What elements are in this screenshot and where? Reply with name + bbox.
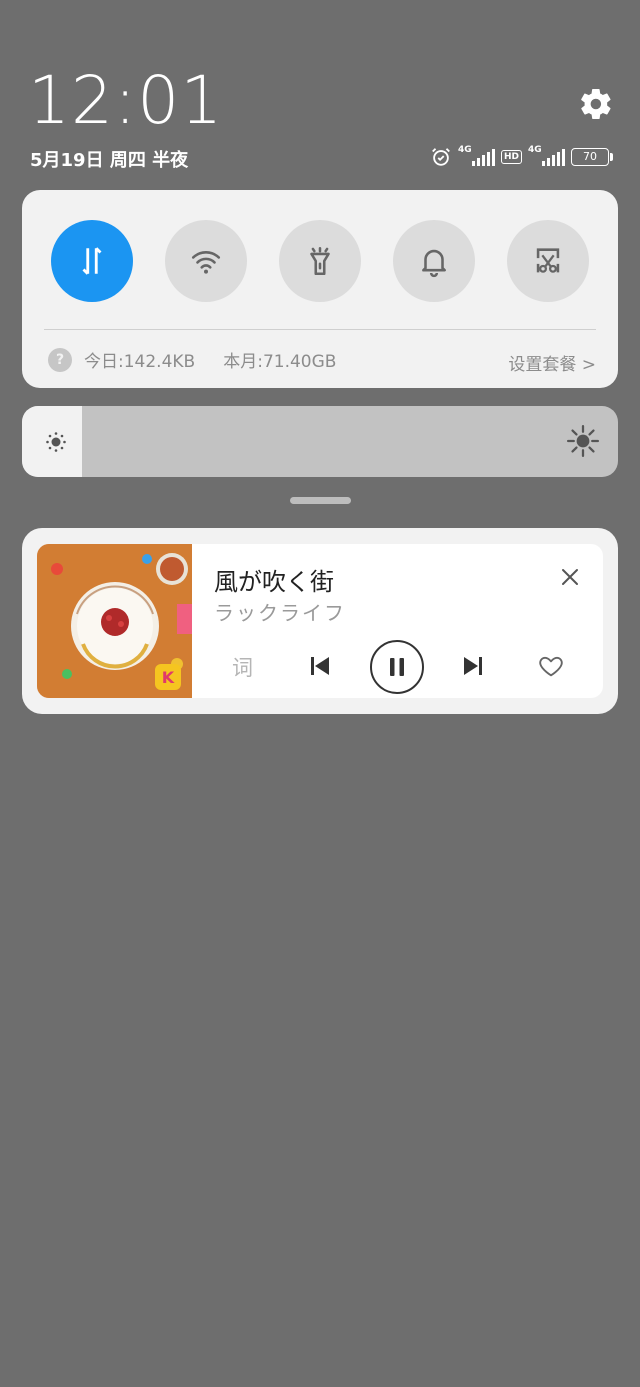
svg-text:K: K	[162, 668, 175, 687]
sim2-signal: 4G	[528, 145, 566, 166]
next-track-icon[interactable]	[461, 654, 485, 678]
scissors-screenshot-icon	[536, 248, 560, 273]
data-usage-row: ? 今日:142.4KB 本月:71.40GB	[48, 347, 336, 372]
play-pause-button[interactable]	[370, 640, 424, 694]
drag-handle[interactable]	[290, 497, 351, 504]
quick-settings-panel: ? 今日:142.4KB 本月:71.40GB 设置套餐 >	[22, 190, 618, 388]
toggle-flashlight[interactable]	[279, 220, 361, 302]
toggle-notification-sound[interactable]	[393, 220, 475, 302]
sim2-network-label: 4G	[528, 144, 542, 155]
signal-bars-icon	[472, 148, 495, 166]
date-label: 5月19日 周四 半夜	[30, 150, 189, 171]
usage-month: 本月:71.40GB	[223, 352, 337, 372]
usage-today: 今日:142.4KB	[84, 352, 196, 372]
clock-time: 12:01	[28, 62, 224, 139]
brightness-high-icon	[566, 424, 600, 458]
toggle-wifi[interactable]	[165, 220, 247, 302]
song-title: 風が吹く街	[214, 568, 334, 596]
album-art[interactable]: K	[37, 544, 192, 698]
flashlight-icon	[310, 246, 330, 276]
wifi-icon	[191, 251, 221, 274]
media-player-inner: K 風が吹く街 ラックライフ 词	[37, 544, 603, 698]
close-icon[interactable]	[560, 567, 580, 587]
artist-name: ラックライフ	[214, 601, 346, 625]
alarm-icon	[432, 148, 450, 166]
heart-icon[interactable]	[537, 652, 565, 680]
status-bar: 4G HD 4G 70	[430, 144, 614, 170]
panel-divider	[44, 329, 596, 330]
bell-icon	[422, 249, 446, 278]
toggle-screenshot[interactable]	[507, 220, 589, 302]
signal-bars-icon	[542, 148, 566, 166]
sim1-signal: 4G	[458, 145, 495, 166]
brightness-slider[interactable]	[22, 406, 618, 477]
lyrics-button[interactable]: 词	[232, 652, 253, 682]
set-plan-link[interactable]: 设置套餐 >	[508, 350, 596, 375]
brightness-low-icon	[46, 432, 66, 452]
previous-track-icon[interactable]	[308, 654, 332, 678]
sim1-network-label: 4G	[458, 144, 472, 155]
help-icon[interactable]: ?	[48, 347, 72, 372]
settings-gear-icon[interactable]	[578, 86, 614, 122]
toggle-mobile-data[interactable]	[51, 220, 133, 302]
media-player-card: K 風が吹く街 ラックライフ 词	[22, 528, 618, 714]
data-arrows-icon	[82, 247, 102, 275]
pause-icon	[390, 658, 404, 676]
battery-indicator: 70	[571, 148, 614, 166]
hd-badge: HD	[501, 150, 523, 164]
